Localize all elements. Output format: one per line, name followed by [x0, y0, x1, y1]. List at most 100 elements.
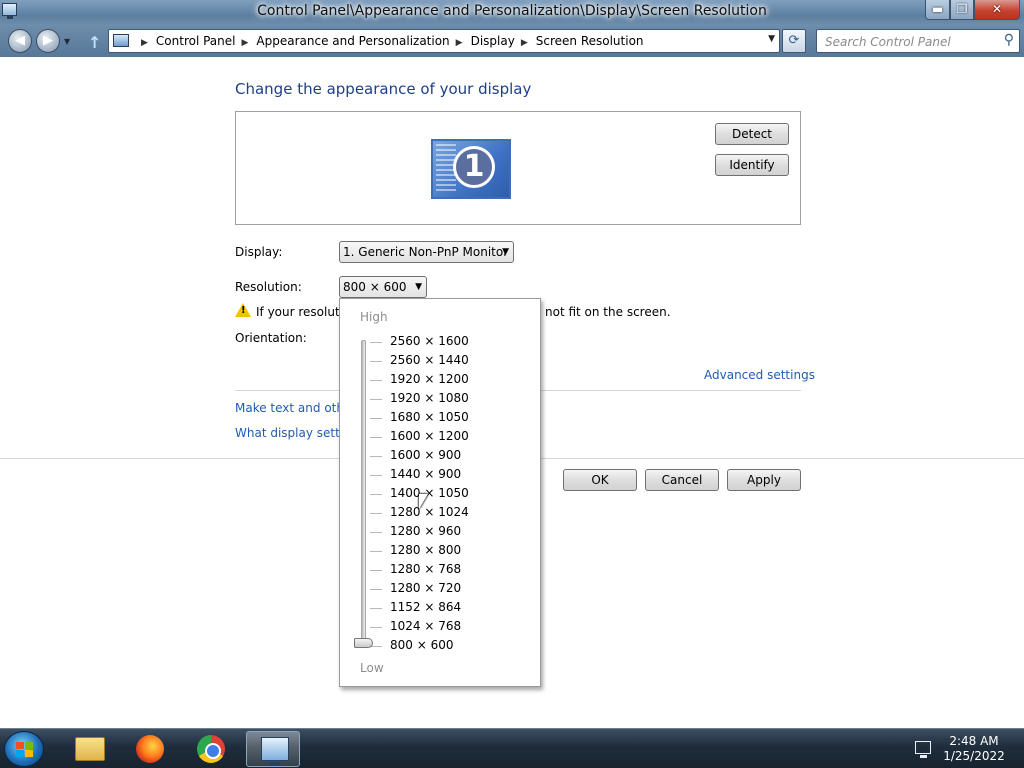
- resolution-option[interactable]: 1280 × 1024: [390, 505, 469, 519]
- breadcrumb-separator-icon[interactable]: ▶: [141, 38, 148, 48]
- warning-text-end: not fit on the screen.: [545, 305, 671, 319]
- display-label: Display:: [235, 245, 283, 259]
- resolution-option[interactable]: 1920 × 1080: [390, 391, 469, 405]
- refresh-button[interactable]: ⟳: [782, 29, 806, 53]
- minimize-icon: ▬: [931, 2, 944, 16]
- address-bar[interactable]: ▶ Control Panel ▶ Appearance and Personaliz…: [108, 29, 780, 53]
- apply-button[interactable]: Apply: [727, 469, 801, 491]
- minimize-button[interactable]: ▬: [925, 0, 950, 20]
- breadcrumb-appearance-and-personalization[interactable]: Appearance and Personalization: [256, 34, 449, 48]
- display-preview-panel: 1 Detect Identify: [235, 111, 801, 225]
- monitor-1-icon[interactable]: 1: [431, 139, 511, 199]
- close-button[interactable]: ✕: [974, 0, 1020, 20]
- cancel-button[interactable]: Cancel: [645, 469, 719, 491]
- search-icon[interactable]: ⚲: [1004, 32, 1014, 48]
- resolution-option[interactable]: 1400 × 1050: [390, 486, 469, 500]
- window-title: Control Panel\Appearance and Personaliza…: [257, 3, 767, 19]
- slider-tick: [370, 475, 382, 476]
- chrome-icon: [197, 735, 225, 763]
- back-arrow-icon: ◀: [15, 33, 25, 48]
- maximize-button[interactable]: ❐: [950, 0, 974, 20]
- taskbar-firefox-button[interactable]: [123, 731, 177, 767]
- control-panel-icon: [113, 34, 129, 47]
- identify-button[interactable]: Identify: [715, 154, 789, 176]
- taskbar-explorer-button[interactable]: [62, 731, 116, 767]
- slider-tick: [370, 589, 382, 590]
- resolution-option[interactable]: 1024 × 768: [390, 619, 461, 633]
- windows-logo-icon: [16, 742, 34, 758]
- resolution-option[interactable]: 1280 × 720: [390, 581, 461, 595]
- display-select[interactable]: 1. Generic Non-PnP Monitor ▼: [339, 241, 514, 263]
- resolution-option[interactable]: 800 × 600: [390, 638, 454, 652]
- control-panel-icon: [261, 737, 289, 766]
- refresh-icon: ⟳: [788, 33, 800, 48]
- slider-tick: [370, 532, 382, 533]
- slider-tick: [370, 361, 382, 362]
- slider-tick: [370, 494, 382, 495]
- resolution-option[interactable]: 1280 × 960: [390, 524, 461, 538]
- resolution-label: Resolution:: [235, 280, 302, 294]
- page-title: Change the appearance of your display: [235, 80, 532, 98]
- breadcrumb-screen-resolution[interactable]: Screen Resolution: [536, 34, 644, 48]
- maximize-icon: ❐: [956, 2, 968, 16]
- monitor-number: 1: [453, 146, 495, 188]
- slider-tick: [370, 456, 382, 457]
- back-button[interactable]: ◀: [8, 29, 32, 53]
- resolution-option[interactable]: 1152 × 864: [390, 600, 461, 614]
- resolution-option[interactable]: 2560 × 1600: [390, 334, 469, 348]
- mouse-cursor: [419, 494, 428, 509]
- chevron-down-icon: ▼: [415, 282, 422, 292]
- resolution-option[interactable]: 1600 × 900: [390, 448, 461, 462]
- warning-icon: [235, 303, 251, 317]
- resolution-option[interactable]: 1440 × 900: [390, 467, 461, 481]
- resolution-slider-thumb[interactable]: [354, 638, 373, 648]
- search-input[interactable]: Search Control Panel: [825, 35, 951, 49]
- network-icon[interactable]: [915, 741, 931, 758]
- ok-button[interactable]: OK: [563, 469, 637, 491]
- orientation-label: Orientation:: [235, 331, 307, 345]
- slider-tick: [370, 551, 382, 552]
- breadcrumb-control-panel[interactable]: Control Panel: [156, 34, 236, 48]
- taskbar: 2:48 AM 1/25/2022: [0, 728, 1024, 768]
- slider-tick: [370, 437, 382, 438]
- resolution-slider-track[interactable]: [361, 340, 366, 644]
- detect-button[interactable]: Detect: [715, 123, 789, 145]
- resolution-option[interactable]: 2560 × 1440: [390, 353, 469, 367]
- slider-tick: [370, 570, 382, 571]
- title-bar: Control Panel\Appearance and Personaliza…: [0, 0, 1024, 26]
- address-dropdown-icon[interactable]: ▼: [768, 34, 775, 44]
- taskbar-control-panel-button[interactable]: [246, 731, 300, 767]
- slider-tick: [370, 380, 382, 381]
- close-icon: ✕: [991, 2, 1003, 16]
- recent-pages-dropdown-icon[interactable]: ▼: [64, 37, 70, 46]
- breadcrumb-separator-icon[interactable]: ▶: [456, 38, 463, 48]
- clock[interactable]: 2:48 AM 1/25/2022: [938, 734, 1010, 764]
- navigation-bar: ◀ ▶ ▼ ↑ ▶ Control Panel ▶ Appearance and Pe…: [0, 26, 1024, 57]
- start-button[interactable]: [4, 731, 44, 767]
- slider-tick: [370, 513, 382, 514]
- resolution-dropdown: High 2560 × 1600 2560 × 1440 1920 × 1200 19…: [339, 298, 541, 687]
- forward-arrow-icon: ▶: [43, 33, 53, 48]
- resolution-option[interactable]: 1280 × 768: [390, 562, 461, 576]
- breadcrumb-display[interactable]: Display: [471, 34, 515, 48]
- display-select-value: 1. Generic Non-PnP Monitor: [343, 245, 509, 259]
- chevron-down-icon: ▼: [502, 247, 509, 257]
- slider-ticks: [370, 340, 388, 647]
- resolution-option[interactable]: 1920 × 1200: [390, 372, 469, 386]
- resolution-option[interactable]: 1280 × 800: [390, 543, 461, 557]
- advanced-settings-link[interactable]: Advanced settings: [704, 368, 815, 382]
- forward-button[interactable]: ▶: [36, 29, 60, 53]
- resolution-option[interactable]: 1680 × 1050: [390, 410, 469, 424]
- search-box[interactable]: Search Control Panel ⚲: [816, 29, 1020, 53]
- clock-date: 1/25/2022: [943, 749, 1005, 763]
- taskbar-chrome-button[interactable]: [184, 731, 238, 767]
- slider-tick: [370, 418, 382, 419]
- breadcrumb-separator-icon[interactable]: ▶: [521, 38, 528, 48]
- breadcrumb: ▶ Control Panel ▶ Appearance and Personaliz…: [135, 34, 644, 48]
- warning-text-start: If your resolutio: [256, 305, 351, 319]
- resolution-option[interactable]: 1600 × 1200: [390, 429, 469, 443]
- up-arrow-icon[interactable]: ↑: [88, 33, 101, 52]
- resolution-select[interactable]: 800 × 600 ▼: [339, 276, 427, 298]
- breadcrumb-separator-icon[interactable]: ▶: [242, 38, 249, 48]
- firefox-icon: [136, 735, 164, 763]
